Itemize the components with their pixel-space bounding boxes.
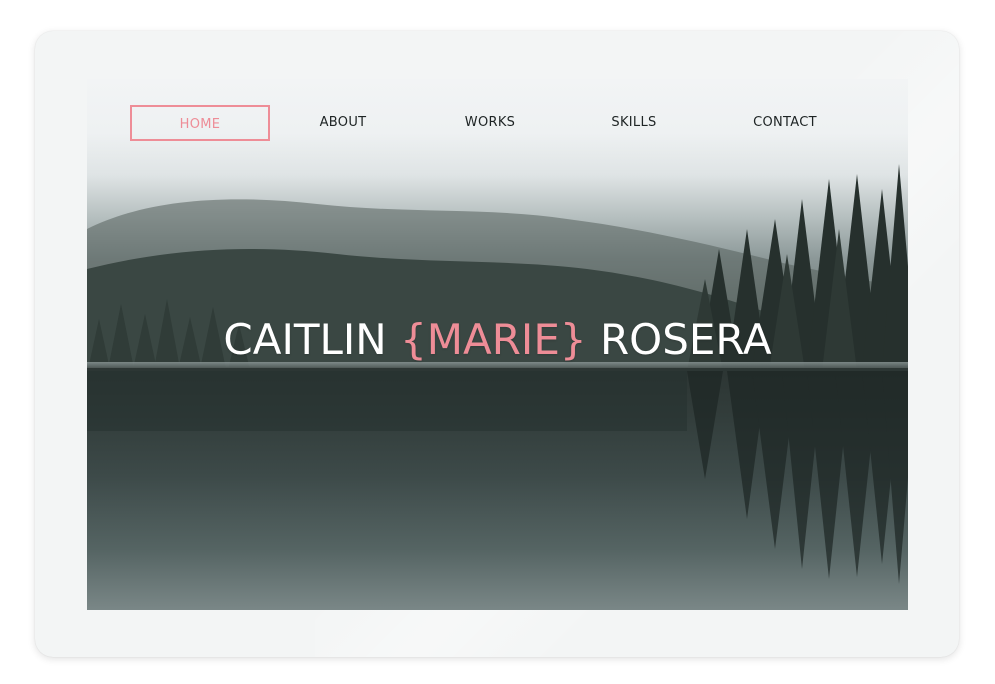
device-frame: HOME ABOUT WORKS SKILLS CONTACT CAITLIN … bbox=[35, 31, 959, 657]
hero-middle-name: {MARIE} bbox=[400, 315, 587, 364]
hero-name-title: CAITLIN {MARIE} ROSERA bbox=[87, 315, 908, 364]
nav-home[interactable]: HOME bbox=[130, 105, 270, 141]
nav-works[interactable]: WORKS bbox=[435, 105, 545, 141]
top-navigation: HOME ABOUT WORKS SKILLS CONTACT bbox=[87, 79, 908, 169]
hero-first-name: CAITLIN bbox=[223, 315, 387, 364]
website-screen: HOME ABOUT WORKS SKILLS CONTACT CAITLIN … bbox=[87, 79, 908, 610]
nav-skills[interactable]: SKILLS bbox=[579, 105, 689, 141]
nav-contact[interactable]: CONTACT bbox=[725, 105, 845, 141]
hero-last-name: ROSERA bbox=[599, 315, 772, 364]
nav-about[interactable]: ABOUT bbox=[287, 105, 399, 141]
